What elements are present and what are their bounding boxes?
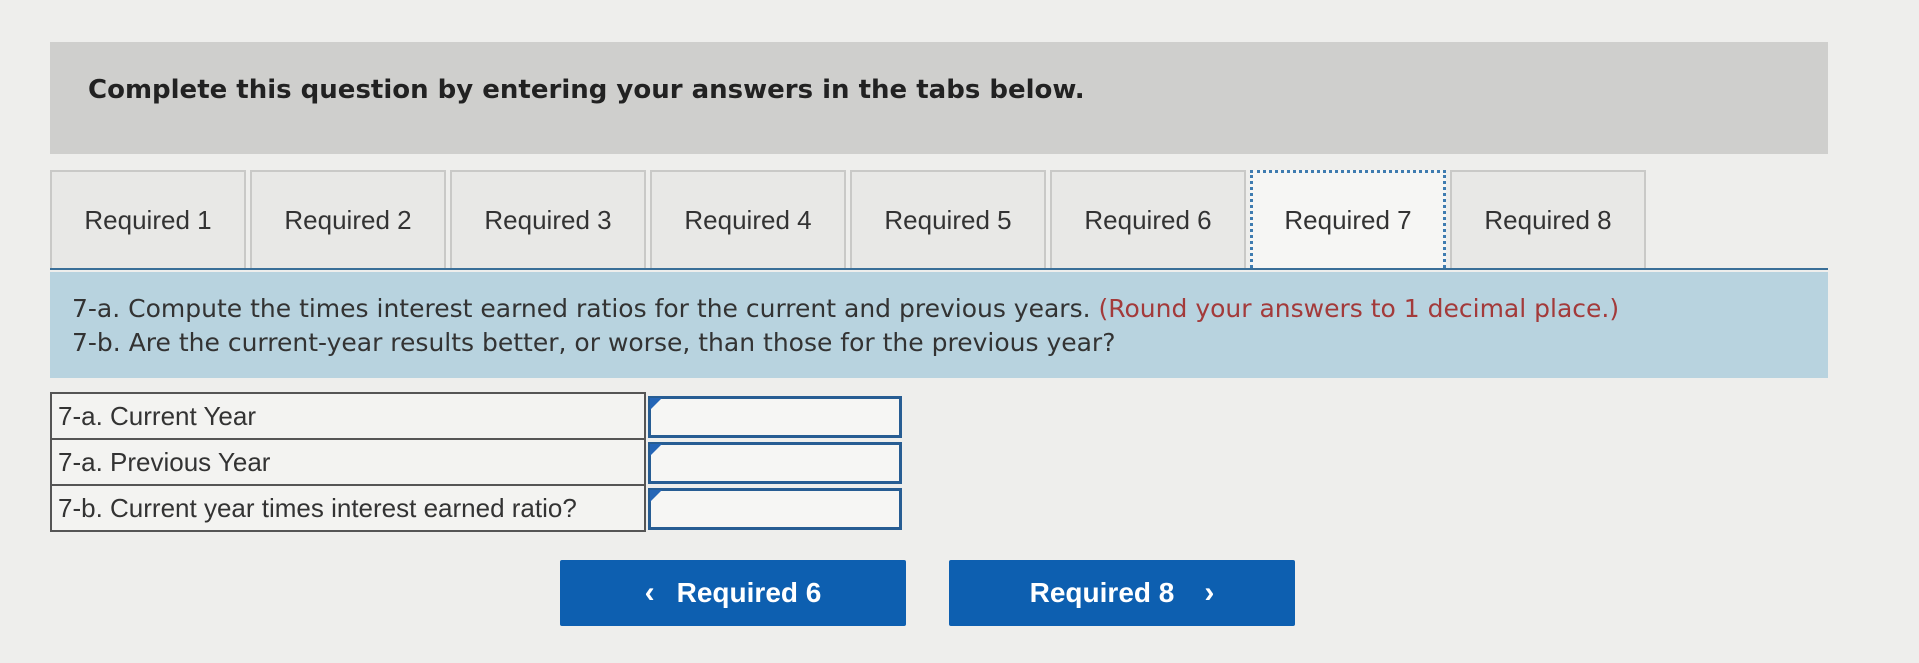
next-required-label: Required 8 xyxy=(1029,577,1175,608)
instruction-7a-text: 7-a. Compute the times interest earned r… xyxy=(72,294,1091,323)
ratio-comparison-select[interactable] xyxy=(648,488,902,530)
table-row: 7-a. Previous Year xyxy=(50,438,907,486)
tab-required-3[interactable]: Required 3 xyxy=(450,170,646,268)
question-title: Complete this question by entering your … xyxy=(88,75,1085,105)
answer-flag-icon xyxy=(650,398,662,410)
chevron-right-icon: › xyxy=(1204,576,1215,609)
tab-required-8[interactable]: Required 8 xyxy=(1450,170,1646,268)
table-row: 7-a. Current Year xyxy=(50,392,907,440)
tab-required-4[interactable]: Required 4 xyxy=(650,170,846,268)
current-year-input[interactable] xyxy=(648,396,902,438)
answer-flag-icon xyxy=(650,490,662,502)
tab-required-6[interactable]: Required 6 xyxy=(1050,170,1246,268)
row-label-7b: 7-b. Current year times interest earned … xyxy=(50,484,646,532)
instruction-line-7b: 7-b. Are the current-year results better… xyxy=(72,328,1116,357)
row-label-current-year: 7-a. Current Year xyxy=(50,392,646,440)
chevron-left-icon: ‹ xyxy=(644,576,655,609)
tab-required-5[interactable]: Required 5 xyxy=(850,170,1046,268)
prev-required-label: Required 6 xyxy=(676,577,822,608)
previous-year-input[interactable] xyxy=(648,442,902,484)
tab-required-7[interactable]: Required 7 xyxy=(1250,170,1446,268)
table-row: 7-b. Current year times interest earned … xyxy=(50,484,907,532)
prev-required-button[interactable]: ‹ Required 6 xyxy=(560,560,906,626)
answer-table: 7-a. Current Year 7-a. Previous Year 7-b… xyxy=(50,392,908,532)
question-header: Complete this question by entering your … xyxy=(50,42,1828,154)
rounding-note: (Round your answers to 1 decimal place.) xyxy=(1098,294,1620,323)
row-label-previous-year: 7-a. Previous Year xyxy=(50,438,646,486)
answer-flag-icon xyxy=(650,444,662,456)
instructions-panel: 7-a. Compute the times interest earned r… xyxy=(50,272,1828,378)
tab-required-2[interactable]: Required 2 xyxy=(250,170,446,268)
instruction-line-7a: 7-a. Compute the times interest earned r… xyxy=(72,292,1828,326)
tab-bar: Required 1 Required 2 Required 3 Require… xyxy=(50,170,1828,270)
next-required-button[interactable]: Required 8 › xyxy=(949,560,1295,626)
tab-required-1[interactable]: Required 1 xyxy=(50,170,246,268)
